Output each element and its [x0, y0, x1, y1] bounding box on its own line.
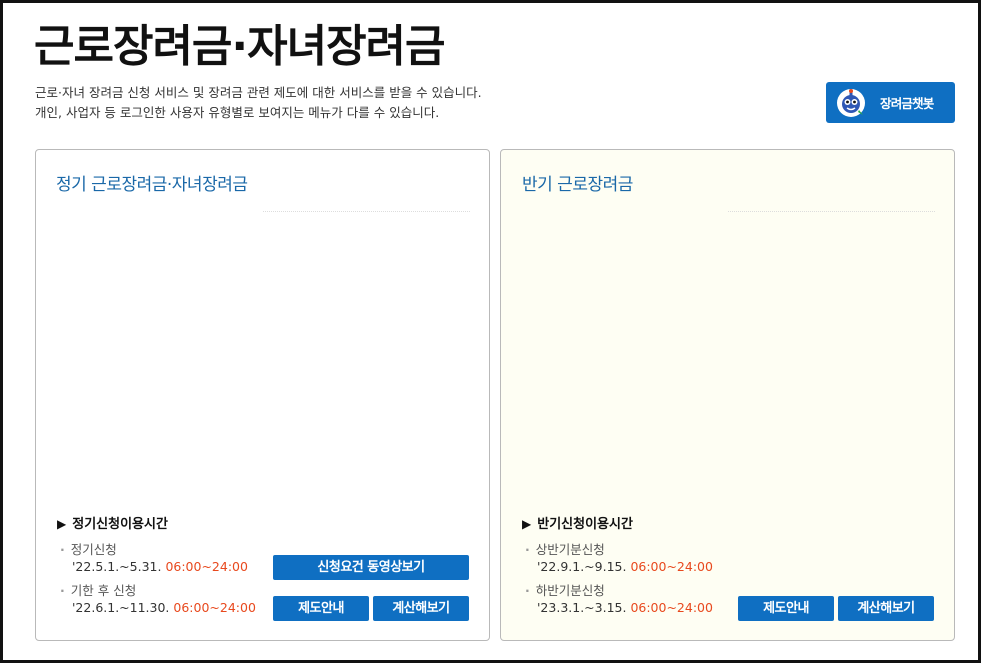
chatbot-label: 장려금챗봇 [880, 96, 934, 111]
item-date: '23.3.1.~3.15. [537, 600, 627, 615]
chatbot-button[interactable]: 장려금챗봇 [826, 82, 955, 123]
half-year-incentive-panel: 반기 근로장려금 ▶ 반기신청이용시간 상반기분신청 '22.9.1.~9.15.… [500, 149, 955, 641]
robot-icon [836, 88, 866, 118]
description-line-2: 개인, 사업자 등 로그인한 사용자 유형별로 보여지는 메뉴가 다를 수 있습… [35, 105, 440, 120]
item-date: '22.9.1.~9.15. [537, 559, 627, 574]
list-item-name: 하반기분신청 [525, 580, 605, 599]
triangle-right-icon: ▶ [522, 517, 532, 531]
item-label: 하반기분신청 [525, 583, 605, 598]
description-line-1: 근로·자녀 장려금 신청 서비스 및 장려금 관련 제도에 대한 서비스를 받을… [35, 85, 482, 100]
divider [728, 211, 935, 212]
item-time: 06:00~24:00 [630, 559, 713, 574]
list-item-name: 정기신청 [60, 539, 117, 558]
calculate-button[interactable]: 계산해보기 [838, 596, 934, 621]
panel-title-regular: 정기 근로장려금·자녀장려금 [56, 175, 248, 195]
list-item-period: '23.3.1.~3.15. 06:00~24:00 [525, 600, 713, 615]
list-item-period: '22.9.1.~9.15. 06:00~24:00 [525, 559, 713, 574]
divider [263, 211, 470, 212]
hours-heading: ▶ 정기신청이용시간 [57, 513, 168, 532]
page-frame: 근로장려금·자녀장려금 근로·자녀 장려금 신청 서비스 및 장려금 관련 제도… [0, 0, 981, 663]
page-title: 근로장려금·자녀장려금 [34, 21, 446, 72]
list-item-name: 상반기분신청 [525, 539, 605, 558]
system-guide-button[interactable]: 제도안내 [738, 596, 834, 621]
hours-heading-label: 반기신청이용시간 [537, 517, 633, 532]
item-date: '22.5.1.~5.31. [72, 559, 162, 574]
list-item-period: '22.6.1.~11.30. 06:00~24:00 [60, 600, 256, 615]
regular-incentive-panel: 정기 근로장려금·자녀장려금 ▶ 정기신청이용시간 정기신청 '22.5.1.~5… [35, 149, 490, 641]
triangle-right-icon: ▶ [57, 517, 67, 531]
hours-heading: ▶ 반기신청이용시간 [522, 513, 633, 532]
list-item-name: 기한 후 신청 [60, 580, 136, 599]
video-guide-button[interactable]: 신청요건 동영상보기 [273, 555, 469, 580]
item-time: 06:00~24:00 [165, 559, 248, 574]
page-description: 근로·자녀 장려금 신청 서비스 및 장려금 관련 제도에 대한 서비스를 받을… [35, 83, 482, 123]
item-time: 06:00~24:00 [173, 600, 256, 615]
calculate-button[interactable]: 계산해보기 [373, 596, 469, 621]
item-date: '22.6.1.~11.30. [72, 600, 170, 615]
item-label: 정기신청 [60, 542, 117, 557]
system-guide-button[interactable]: 제도안내 [273, 596, 369, 621]
panel-title-half-year: 반기 근로장려금 [522, 175, 633, 195]
item-label: 기한 후 신청 [60, 583, 136, 598]
hours-heading-label: 정기신청이용시간 [72, 517, 168, 532]
item-time: 06:00~24:00 [630, 600, 713, 615]
item-label: 상반기분신청 [525, 542, 605, 557]
list-item-period: '22.5.1.~5.31. 06:00~24:00 [60, 559, 248, 574]
